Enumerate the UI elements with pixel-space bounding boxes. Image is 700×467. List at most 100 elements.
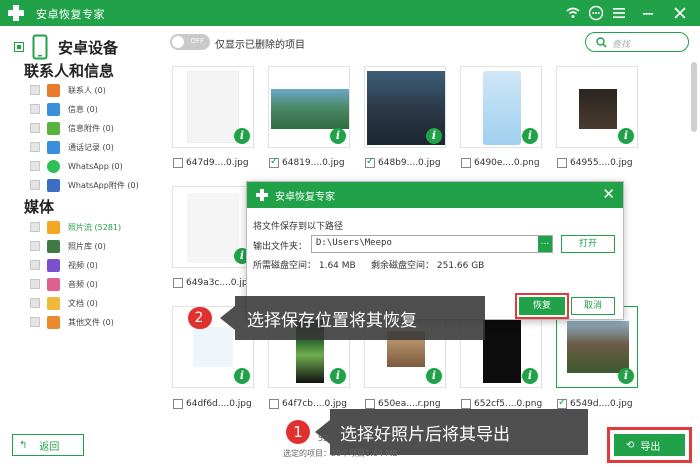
info-icon[interactable]: i [234, 128, 250, 144]
info-icon[interactable]: i [426, 128, 442, 144]
sidebar-item-contacts[interactable]: 联系人 (0) [30, 82, 106, 98]
checkbox[interactable] [30, 298, 40, 308]
photo-filename: 64df6d....0.jpg [186, 399, 252, 409]
checkbox[interactable] [30, 180, 40, 190]
export-button[interactable]: ⟲ 导出 [614, 434, 685, 456]
search-placeholder: 查找 [612, 40, 631, 50]
dialog-close-icon[interactable]: ✕ [602, 185, 615, 203]
restore-button[interactable]: 恢复 [515, 293, 569, 319]
photo-checkbox[interactable] [269, 156, 279, 168]
photo-stream-icon [47, 220, 60, 234]
device-checkbox[interactable] [14, 42, 24, 52]
sidebar-item-photo-library[interactable]: 照片库 (0) [30, 238, 106, 254]
checkbox[interactable] [30, 260, 40, 270]
back-button[interactable]: ↰ 返回 [12, 434, 84, 456]
output-folder-label: 输出文件夹： [253, 242, 308, 252]
photo-checkbox[interactable] [365, 156, 375, 168]
photo-filename: 6549d....0.jpg [570, 399, 633, 409]
checkbox[interactable] [30, 161, 40, 171]
checkbox[interactable] [30, 222, 40, 232]
info-icon[interactable]: i [426, 368, 442, 384]
open-folder-button[interactable]: 打开 [561, 235, 615, 253]
photo-checkbox[interactable] [173, 399, 183, 409]
app-logo-icon [8, 5, 24, 21]
sidebar-item-whatsapp[interactable]: WhatsApp (0) [30, 158, 123, 174]
checkbox[interactable] [30, 104, 40, 114]
minimize-icon[interactable] [640, 5, 656, 21]
step2-pointer [220, 306, 235, 330]
photo-checkbox[interactable] [269, 399, 279, 409]
wifi-icon[interactable] [565, 5, 581, 21]
total-count-text: 52 [318, 434, 329, 443]
checkbox[interactable] [30, 317, 40, 327]
sidebar-item-message-attachments[interactable]: 信息附件 (0) [30, 120, 114, 136]
chat-icon[interactable] [588, 5, 604, 21]
deleted-only-toggle[interactable]: OFF [170, 34, 210, 50]
photo-image [271, 89, 349, 129]
sidebar-item-messages[interactable]: 信息 (0) [30, 101, 98, 117]
info-icon[interactable]: i [618, 128, 634, 144]
checkbox[interactable] [30, 85, 40, 95]
info-icon[interactable]: i [234, 368, 250, 384]
info-icon[interactable]: i [522, 368, 538, 384]
photo-filename: 652cf5....0.png [474, 399, 543, 409]
search-icon [596, 37, 607, 48]
sidebar-item-video[interactable]: 视频 (0) [30, 257, 98, 273]
photo-caption[interactable]: 647d9....0.jpg [173, 157, 249, 169]
browse-button[interactable]: ... [538, 236, 552, 252]
photo-caption[interactable]: 6490e....0.png [461, 157, 540, 169]
sidebar-item-other-files[interactable]: 其他文件 (0) [30, 314, 114, 330]
info-icon[interactable]: i [330, 368, 346, 384]
photo-checkbox[interactable] [365, 399, 375, 409]
photo-checkbox[interactable] [557, 158, 567, 168]
photo-thumbnail[interactable]: i [364, 66, 446, 148]
checkbox[interactable] [30, 123, 40, 133]
photo-caption[interactable]: 649a3c....0.jpg [173, 277, 253, 289]
photo-caption[interactable]: 64955....0.jpg [557, 157, 633, 169]
photo-thumbnail[interactable]: i [268, 66, 350, 148]
photo-thumbnail[interactable]: i [460, 66, 542, 148]
info-icon[interactable]: i [330, 128, 346, 144]
photo-checkbox[interactable] [461, 399, 471, 409]
photo-caption[interactable]: 64df6d....0.jpg [173, 398, 252, 410]
photo-thumbnail[interactable]: i [172, 66, 254, 148]
photo-image [483, 71, 521, 145]
sidebar-item-call-log[interactable]: 通话记录 (0) [30, 139, 114, 155]
sidebar-item-label: 通话记录 (0) [68, 142, 114, 152]
checkbox[interactable] [30, 241, 40, 251]
sidebar-item-label: WhatsApp (0) [68, 161, 123, 171]
sidebar-item-label: 信息附件 (0) [68, 123, 114, 133]
photo-thumbnail[interactable]: i [172, 186, 254, 268]
toggle-state-text: OFF [190, 37, 204, 45]
device-row[interactable]: 安卓设备 [14, 34, 118, 60]
photo-caption[interactable]: 648b9....0.jpg [365, 156, 441, 169]
photo-caption[interactable]: 64819....0.jpg [269, 156, 345, 169]
info-icon[interactable]: i [618, 368, 634, 384]
sidebar-item-documents[interactable]: 文档 (0) [30, 295, 98, 311]
menu-icon[interactable] [611, 5, 627, 21]
checkbox[interactable] [30, 142, 40, 152]
search-input[interactable]: 查找 [585, 32, 689, 52]
toggle-knob [172, 36, 184, 48]
photo-checkbox[interactable] [173, 158, 183, 168]
cancel-button[interactable]: 取消 [571, 297, 615, 315]
sidebar-item-audio[interactable]: 音频 (0) [30, 276, 98, 292]
close-icon[interactable] [672, 5, 688, 21]
section-media-heading: 媒体 [24, 198, 55, 216]
scrollbar-thumb[interactable] [691, 62, 697, 132]
whatsapp-icon [47, 159, 60, 173]
sidebar-item-whatsapp-attachments[interactable]: WhatsApp附件 (0) [30, 177, 139, 193]
back-arrow-icon: ↰ [19, 439, 28, 451]
info-icon[interactable]: i [522, 128, 538, 144]
photo-thumbnail[interactable]: i [556, 66, 638, 148]
checkbox[interactable] [30, 279, 40, 289]
photo-checkbox[interactable] [173, 278, 183, 288]
photo-checkbox[interactable] [461, 158, 471, 168]
sidebar-item-photo-stream[interactable]: 照片流 (5281) [30, 219, 121, 235]
other-files-icon [47, 315, 60, 329]
sidebar-item-label: 文档 (0) [68, 298, 98, 308]
photo-checkbox[interactable] [557, 397, 567, 409]
photo-filename: 64955....0.jpg [570, 158, 633, 168]
output-folder-field[interactable]: D:\Users\Meepo [311, 235, 553, 253]
scrollbar[interactable] [690, 62, 698, 422]
